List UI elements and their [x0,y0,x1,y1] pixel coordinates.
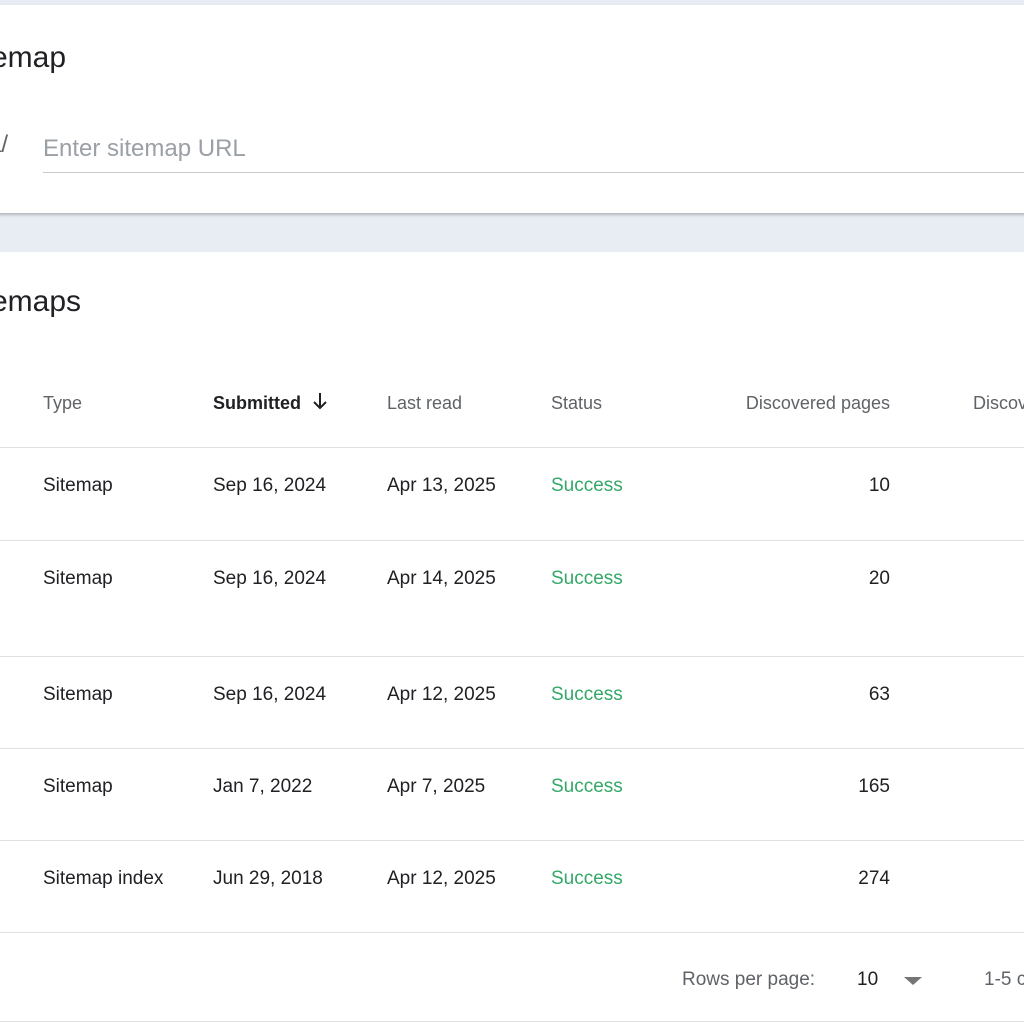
search-console-sitemaps-page: itemap ca/ itemaps Type Submitted Last r… [0,0,1024,1024]
row-submitted: Sep 16, 2024 [213,684,327,705]
column-header-submitted-label: Submitted [213,393,301,413]
row-last-read: Apr 12, 2025 [387,868,496,889]
table-row[interactable]: Sitemap Jan 7, 2022 Apr 7, 2025 Success … [0,749,1024,841]
sitemap-url-input[interactable] [43,125,1024,173]
table-row[interactable]: Sitemap Sep 16, 2024 Apr 12, 2025 Succes… [0,657,1024,749]
submitted-sitemaps-title: itemaps [0,285,82,318]
add-sitemap-title: itemap [0,41,67,74]
rows-per-page-value: 10 [857,969,879,990]
row-status: Success [551,684,623,705]
column-header-last-read[interactable]: Last read [387,393,462,414]
rows-per-page-label: Rows per page: [682,969,816,990]
row-submitted: Sep 16, 2024 [213,475,327,496]
row-submitted: Sep 16, 2024 [213,568,327,589]
row-discovered-pages: 20 [868,568,890,589]
column-header-discovered-pages[interactable]: Discovered pages [676,393,890,414]
row-status: Success [551,568,623,589]
row-status: Success [551,475,623,496]
row-discovered-pages: 63 [868,684,890,705]
table-header: Type Submitted Last read Status Discover… [0,356,1024,448]
rows-per-page-select[interactable]: 10 [846,960,936,1000]
sitemap-url-prefix: ca/ [0,131,9,158]
row-type: Sitemap [43,475,113,496]
row-type: Sitemap [43,568,113,589]
row-discovered-pages: 165 [858,776,890,797]
row-type: Sitemap [43,776,113,797]
table-row[interactable]: Sitemap Sep 16, 2024 Apr 13, 2025 Succes… [0,448,1024,541]
column-header-submitted[interactable]: Submitted [213,393,329,414]
row-status: Success [551,776,623,797]
table-pagination: Rows per page: 10 1-5 c [0,932,1024,1022]
arrow-down-icon [313,393,327,410]
column-header-status[interactable]: Status [551,393,602,414]
row-discovered-pages: 274 [858,868,890,889]
pagination-range: 1-5 c [984,969,1024,990]
row-last-read: Apr 13, 2025 [387,475,496,496]
row-status: Success [551,868,623,889]
row-last-read: Apr 7, 2025 [387,776,486,797]
submitted-sitemaps-card: itemaps Type Submitted Last read Status … [0,252,1024,1024]
row-last-read: Apr 12, 2025 [387,684,496,705]
column-header-discovered-videos[interactable]: Discov [973,393,1024,414]
chevron-down-icon [904,977,922,985]
add-sitemap-card: itemap ca/ [0,5,1024,213]
column-header-type[interactable]: Type [43,393,82,414]
table-row[interactable]: Sitemap Sep 16, 2024 Apr 14, 2025 Succes… [0,541,1024,657]
row-type: Sitemap [43,684,113,705]
table-row[interactable]: Sitemap index Jun 29, 2018 Apr 12, 2025 … [0,841,1024,933]
row-submitted: Jun 29, 2018 [213,868,323,889]
row-last-read: Apr 14, 2025 [387,568,496,589]
row-discovered-pages: 10 [868,475,890,496]
row-submitted: Jan 7, 2022 [213,776,313,797]
row-type: Sitemap index [43,868,164,889]
